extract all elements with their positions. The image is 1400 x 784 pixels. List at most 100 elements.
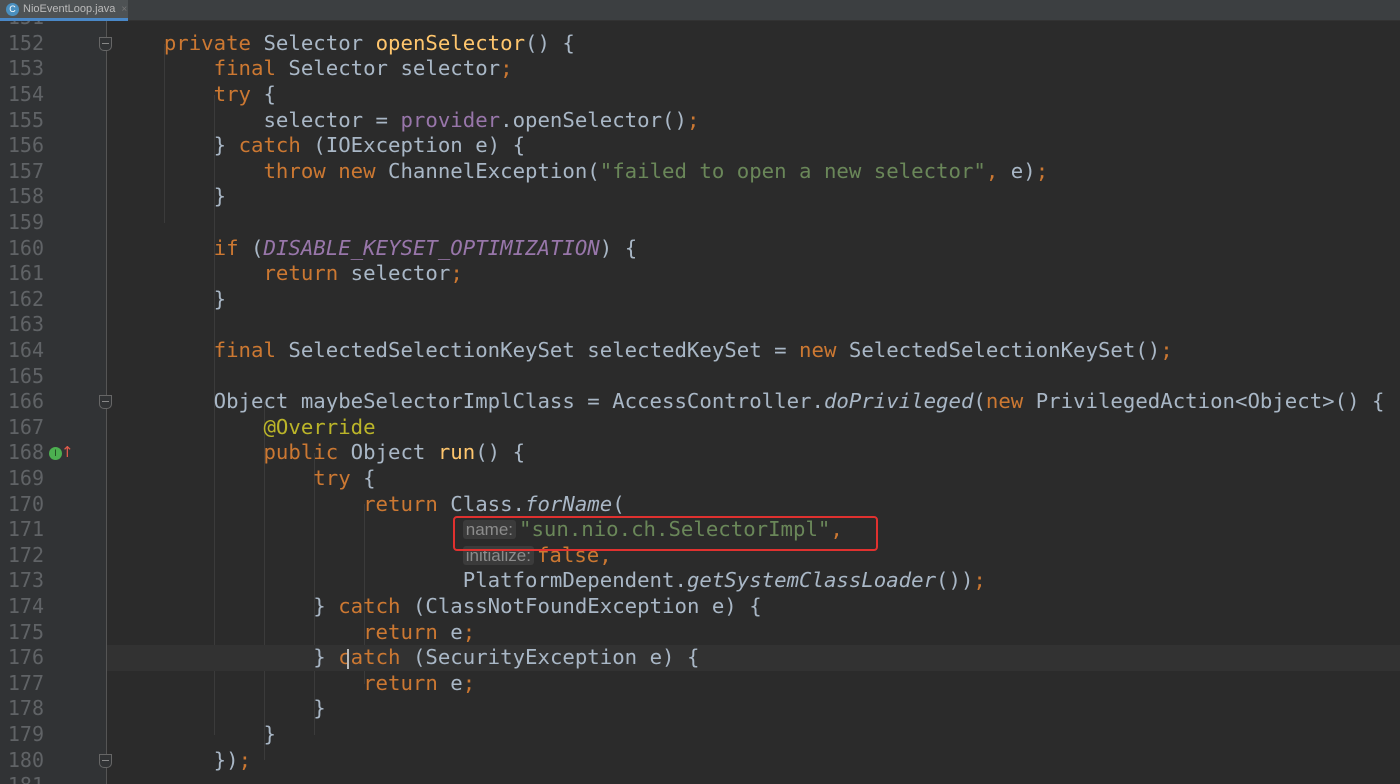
line-number: 155 <box>7 107 44 132</box>
code-token: @Override <box>114 414 376 439</box>
code-token: (ClassNotFoundException e) { <box>400 594 762 618</box>
code-line[interactable]: 151 <box>0 21 1400 31</box>
code-token: Selector <box>251 30 376 55</box>
code-text: private Selector openSelector() { <box>114 31 575 57</box>
line-number: 160 <box>7 235 44 260</box>
code-token: return <box>114 491 438 516</box>
code-text: } <box>114 184 226 210</box>
line-number: 162 <box>7 286 44 311</box>
code-token: (IOException e) { <box>300 133 526 158</box>
code-token: ; <box>462 670 476 695</box>
code-token: ; <box>686 107 700 132</box>
code-token: if <box>114 235 239 260</box>
code-token: return <box>114 670 438 695</box>
code-token: ChannelException( <box>375 158 600 183</box>
code-line[interactable]: 168 public Object run() { <box>0 440 1400 466</box>
code-line[interactable]: 164 final SelectedSelectionKeySet select… <box>0 338 1400 364</box>
code-line[interactable]: 155 selector = provider.openSelector(); <box>0 108 1400 134</box>
code-token: run <box>437 440 476 465</box>
override-arrow-icon[interactable]: ↑ <box>61 443 74 461</box>
code-line[interactable]: 165 <box>0 364 1400 390</box>
code-editor[interactable]: 151152 private Selector openSelector() {… <box>0 21 1400 784</box>
close-tab-icon[interactable]: × <box>121 4 127 15</box>
line-number: 158 <box>7 184 44 209</box>
code-line[interactable]: 153 final Selector selector; <box>0 56 1400 82</box>
code-token: catch <box>238 133 301 158</box>
code-token: "failed to open a new selector" <box>599 158 986 183</box>
code-line[interactable]: 154 try { <box>0 82 1400 108</box>
code-token: ; <box>450 261 463 286</box>
code-line[interactable]: 159 <box>0 210 1400 236</box>
code-text: PlatformDependent.getSystemClassLoader()… <box>114 568 986 594</box>
code-text: Object maybeSelectorImplClass = AccessCo… <box>114 389 1385 415</box>
code-token: } <box>114 594 339 618</box>
tab-nioeventloop-java[interactable]: C NioEventLoop.java × <box>0 0 128 21</box>
code-token: PrivilegedAction<Object>() { <box>1023 389 1385 414</box>
code-token: provider <box>400 107 501 132</box>
code-line[interactable]: 181 <box>0 773 1400 784</box>
code-line[interactable]: 180 }); <box>0 748 1400 774</box>
code-token: { <box>350 466 376 490</box>
code-text: } <box>114 696 325 722</box>
code-token: return <box>114 619 438 644</box>
line-number: 151 <box>0 21 44 31</box>
code-line[interactable]: 162 } <box>0 287 1400 313</box>
code-token: Object <box>338 440 438 465</box>
line-number: 157 <box>7 158 44 183</box>
fold-marker-icon[interactable] <box>99 36 112 51</box>
code-line[interactable]: 178 } <box>0 696 1400 722</box>
fold-marker-icon[interactable] <box>99 395 112 410</box>
code-line[interactable]: 157 throw new ChannelException("failed t… <box>0 159 1400 185</box>
code-token: new <box>799 338 837 362</box>
code-line[interactable]: 152 private Selector openSelector() { <box>0 31 1400 57</box>
code-token: selector = <box>114 107 401 132</box>
code-token: try <box>114 466 351 490</box>
code-token: Selector selector <box>275 56 501 81</box>
line-number: 153 <box>7 56 44 81</box>
code-line[interactable]: 177 return e; <box>0 671 1400 697</box>
code-line[interactable]: 167 @Override <box>0 415 1400 441</box>
code-token: ; <box>462 619 476 644</box>
code-token: .openSelector() <box>500 107 687 132</box>
line-number: 179 <box>7 722 44 746</box>
code-line[interactable]: 173 PlatformDependent.getSystemClassLoad… <box>0 568 1400 594</box>
code-text: throw new ChannelException("failed to op… <box>114 159 1048 185</box>
code-text: } catch (ClassNotFoundException e) { <box>114 594 762 620</box>
line-number: 165 <box>7 363 44 388</box>
code-line[interactable]: 179 } <box>0 722 1400 748</box>
code-token: getSystemClassLoader <box>686 568 937 593</box>
line-number: 159 <box>7 210 44 234</box>
code-line[interactable]: 161 return selector; <box>0 261 1400 287</box>
code-text: } catch (IOException e) { <box>114 133 525 159</box>
code-line[interactable]: 156 } catch (IOException e) { <box>0 133 1400 159</box>
code-token: }) <box>114 747 239 772</box>
line-number: 156 <box>7 133 44 158</box>
code-line[interactable]: 166 Object maybeSelectorImplClass = Acce… <box>0 389 1400 415</box>
code-line[interactable]: 174 } catch (ClassNotFoundException e) { <box>0 594 1400 620</box>
code-line[interactable]: 175 return e; <box>0 620 1400 646</box>
code-token: () { <box>475 440 526 465</box>
line-number: 163 <box>7 312 44 337</box>
code-token: } <box>114 184 227 209</box>
code-token: ( <box>612 491 625 516</box>
fold-marker-icon[interactable] <box>99 753 112 768</box>
editor-tab-bar: C NioEventLoop.java × <box>0 0 1400 21</box>
code-token: forName <box>525 491 613 516</box>
code-line[interactable]: 170 return Class.forName( <box>0 492 1400 518</box>
code-token: ; <box>973 568 986 593</box>
code-token: } <box>114 133 239 158</box>
code-line[interactable]: 160 if (DISABLE_KEYSET_OPTIMIZATION) { <box>0 236 1400 262</box>
code-token: Object maybeSelectorImplClass = AccessCo… <box>114 389 824 414</box>
line-number: 152 <box>7 30 44 55</box>
code-line[interactable]: 158 } <box>0 184 1400 210</box>
code-token: e <box>437 670 463 695</box>
code-line[interactable]: 163 <box>0 312 1400 338</box>
code-token: final <box>114 56 276 81</box>
code-text: selector = provider.openSelector(); <box>114 108 699 134</box>
code-line[interactable]: 169 try { <box>0 466 1400 492</box>
code-token: final <box>114 338 276 362</box>
code-line[interactable]: 176 } catch (SecurityException e) { <box>0 645 1400 671</box>
code-token: ; <box>238 747 252 772</box>
code-token: ( <box>238 235 264 260</box>
